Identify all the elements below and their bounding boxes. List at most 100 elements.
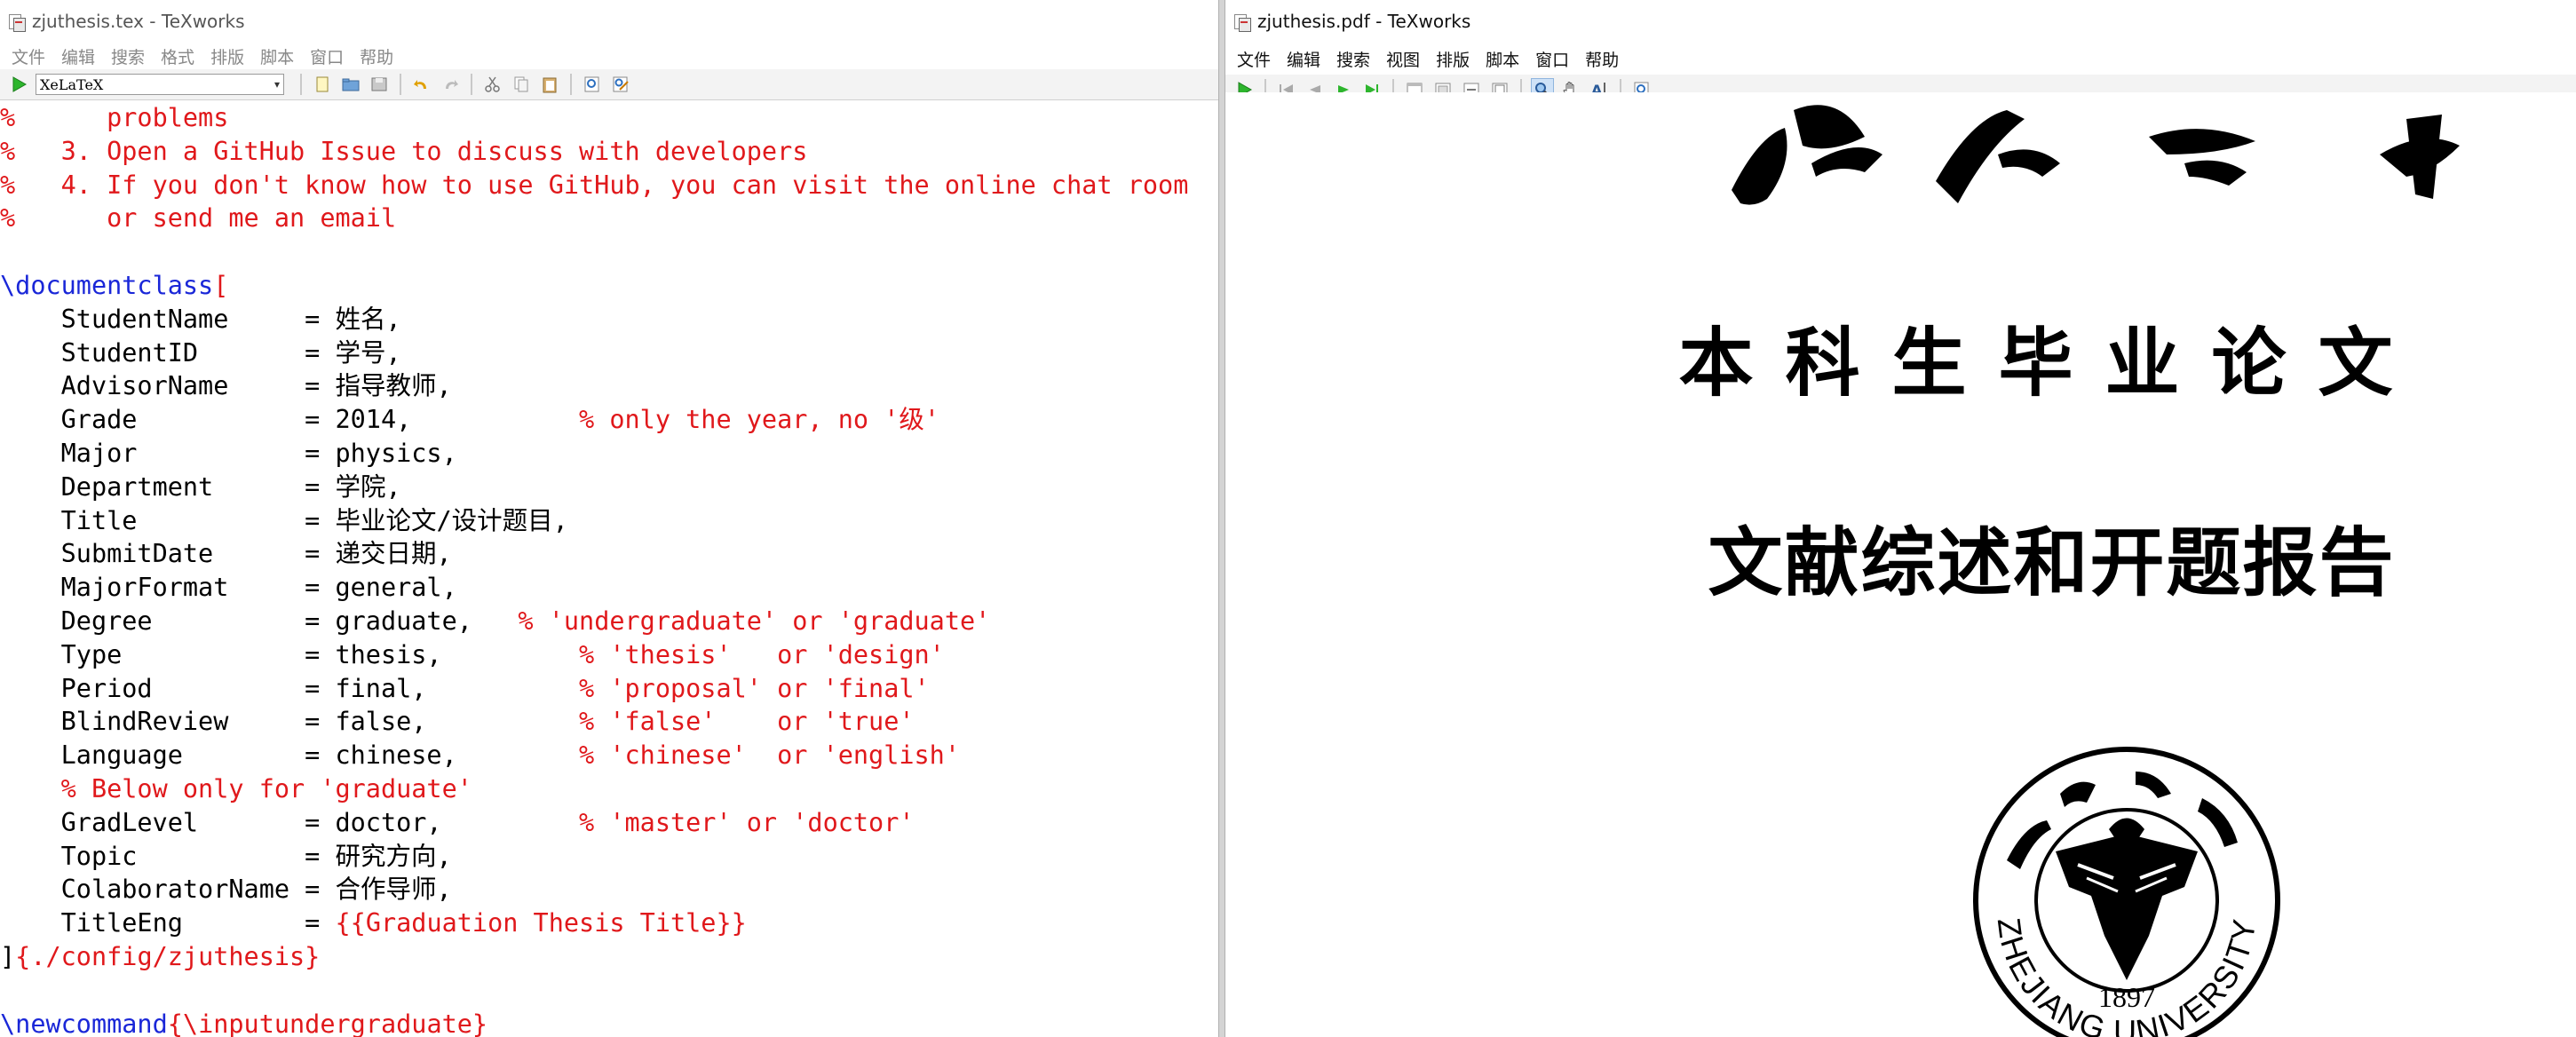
code-token: \documentclass xyxy=(0,270,214,300)
code-line: BlindReview = false, % 'false' or 'true' xyxy=(0,705,1218,739)
code-token: % 'undergraduate' or 'graduate' xyxy=(472,606,991,636)
menu-view[interactable]: 视图 xyxy=(1378,47,1428,71)
code-line: % or send me an email xyxy=(0,202,1218,235)
editor-titlebar[interactable]: zjuthesis.tex - TeXworks xyxy=(0,0,1218,43)
code-line: StudentName = 姓名, xyxy=(0,303,1218,336)
menu-typeset[interactable]: 排版 xyxy=(1428,47,1478,71)
pdf-window: zjuthesis.pdf - TeXworks 文件 编辑 搜索 视图 排版 … xyxy=(1225,0,2576,1037)
code-line: StudentID = 学号, xyxy=(0,336,1218,370)
pdf-page-view[interactable]: 本科生毕业论文 文献综述和开题报告 1897 ZHEJIANG UNIVERSI… xyxy=(1225,92,2576,1037)
code-line: ]{./config/zjuthesis} xyxy=(0,940,1218,974)
code-token: Major = physics, xyxy=(0,438,457,468)
save-icon xyxy=(371,77,387,91)
code-line: AdvisorName = 指导教师, xyxy=(0,369,1218,403)
new-file-button[interactable] xyxy=(311,73,334,96)
code-line: % Below only for 'graduate' xyxy=(0,772,1218,806)
code-token: BlindReview = false, xyxy=(0,707,427,737)
code-line: Department = 学院, xyxy=(0,471,1218,504)
editor-window-title: zjuthesis.tex - TeXworks xyxy=(32,11,245,32)
window-divider[interactable] xyxy=(1218,0,1225,1037)
code-line: % 4. If you don't know how to use GitHub… xyxy=(0,169,1218,202)
code-token: % 'master' or 'doctor' xyxy=(441,807,915,837)
clipboard-icon xyxy=(543,77,557,93)
menu-file[interactable]: 文件 xyxy=(1229,47,1279,71)
menu-window[interactable]: 窗口 xyxy=(1527,47,1577,71)
engine-selected-value: XeLaTeX xyxy=(40,75,104,93)
code-token: ColaboratorName = 合作导师, xyxy=(0,875,452,905)
redo-button[interactable] xyxy=(439,73,462,96)
code-line: Type = thesis, % 'thesis' or 'design' xyxy=(0,638,1218,672)
pdf-title-literature-review: 文献综述和开题报告 xyxy=(1708,519,2396,606)
menu-format[interactable]: 格式 xyxy=(153,44,202,68)
cut-button[interactable] xyxy=(481,73,504,96)
typeset-button[interactable] xyxy=(7,73,30,96)
code-token: % 'thesis' or 'design' xyxy=(441,639,945,669)
code-token: Period = final, xyxy=(0,673,427,703)
pdf-window-title: zjuthesis.pdf - TeXworks xyxy=(1257,11,1471,32)
texworks-app-icon xyxy=(1234,12,1251,32)
code-token: Type = thesis, xyxy=(0,639,442,669)
folder-icon xyxy=(342,78,360,91)
code-token: Title = 毕业论文/设计题目, xyxy=(0,505,568,535)
menu-help[interactable]: 帮助 xyxy=(352,44,401,68)
pdf-title-undergraduate-thesis: 本科生毕业论文 xyxy=(1678,320,2425,407)
code-token: StudentID = 学号, xyxy=(0,337,401,368)
texworks-app-icon xyxy=(9,12,26,32)
code-token: GradLevel = doctor, xyxy=(0,807,442,837)
find-icon xyxy=(584,76,599,92)
menu-search[interactable]: 搜索 xyxy=(1328,47,1378,71)
menu-edit[interactable]: 编辑 xyxy=(1279,47,1328,71)
code-token: % 'proposal' or 'final' xyxy=(426,673,930,703)
menu-file[interactable]: 文件 xyxy=(4,44,53,68)
menu-scripts[interactable]: 脚本 xyxy=(1478,47,1527,71)
code-token: % 'chinese' or 'english' xyxy=(456,740,960,771)
toolbar-separator xyxy=(300,74,302,95)
code-line: Degree = graduate, % 'undergraduate' or … xyxy=(0,605,1218,638)
code-token: \newcommand xyxy=(0,1009,168,1037)
code-token: % 'false' or 'true' xyxy=(426,707,915,737)
code-line: TitleEng = {{Graduation Thesis Title}} xyxy=(0,906,1218,940)
university-calligraphy-logo xyxy=(1732,105,2460,205)
editor-menubar: 文件 编辑 搜索 格式 排版 脚本 窗口 帮助 xyxy=(0,43,1218,69)
code-token: MajorFormat = general, xyxy=(0,573,457,603)
pdf-titlebar[interactable]: zjuthesis.pdf - TeXworks xyxy=(1225,0,2576,43)
toolbar-separator xyxy=(400,74,401,95)
copy-button[interactable] xyxy=(510,73,533,96)
save-button[interactable] xyxy=(368,73,391,96)
open-file-button[interactable] xyxy=(339,73,362,96)
zhejiang-university-seal: 1897 ZHEJIANG UNIVERSITY xyxy=(1973,747,2280,1037)
code-token: Grade = 2014, xyxy=(0,405,412,435)
undo-button[interactable] xyxy=(410,73,433,96)
code-token: ] xyxy=(0,941,16,971)
scissors-icon xyxy=(485,76,500,92)
replace-button[interactable] xyxy=(609,73,632,96)
code-line: ColaboratorName = 合作导师, xyxy=(0,873,1218,906)
code-token: % Below only for 'graduate' xyxy=(0,773,472,803)
code-line: Period = final, % 'proposal' or 'final' xyxy=(0,672,1218,706)
menu-window[interactable]: 窗口 xyxy=(302,44,352,68)
menu-scripts[interactable]: 脚本 xyxy=(252,44,302,68)
find-button[interactable] xyxy=(581,73,604,96)
menu-help[interactable]: 帮助 xyxy=(1577,47,1627,71)
code-token: Topic = 研究方向, xyxy=(0,841,452,871)
menu-edit[interactable]: 编辑 xyxy=(53,44,103,68)
code-line: Title = 毕业论文/设计题目, xyxy=(0,504,1218,538)
code-line: \documentclass[ xyxy=(0,269,1218,303)
menu-search[interactable]: 搜索 xyxy=(103,44,153,68)
typeset-engine-select[interactable]: XeLaTeX ▾ xyxy=(36,74,284,95)
paste-button[interactable] xyxy=(538,73,561,96)
code-line: Grade = 2014, % only the year, no '级' xyxy=(0,403,1218,437)
code-line: % problems xyxy=(0,101,1218,135)
code-token: AdvisorName = 指导教师, xyxy=(0,371,452,401)
code-line: SubmitDate = 递交日期, xyxy=(0,537,1218,571)
code-line: Language = chinese, % 'chinese' or 'engl… xyxy=(0,739,1218,772)
source-editor[interactable]: % problems % 3. Open a GitHub Issue to di… xyxy=(0,101,1218,1037)
toolbar-separator xyxy=(471,74,472,95)
code-token: [ xyxy=(213,270,229,300)
new-document-icon xyxy=(316,76,329,92)
toolbar-separator xyxy=(570,74,572,95)
undo-icon xyxy=(414,80,426,89)
menu-typeset[interactable]: 排版 xyxy=(202,44,252,68)
